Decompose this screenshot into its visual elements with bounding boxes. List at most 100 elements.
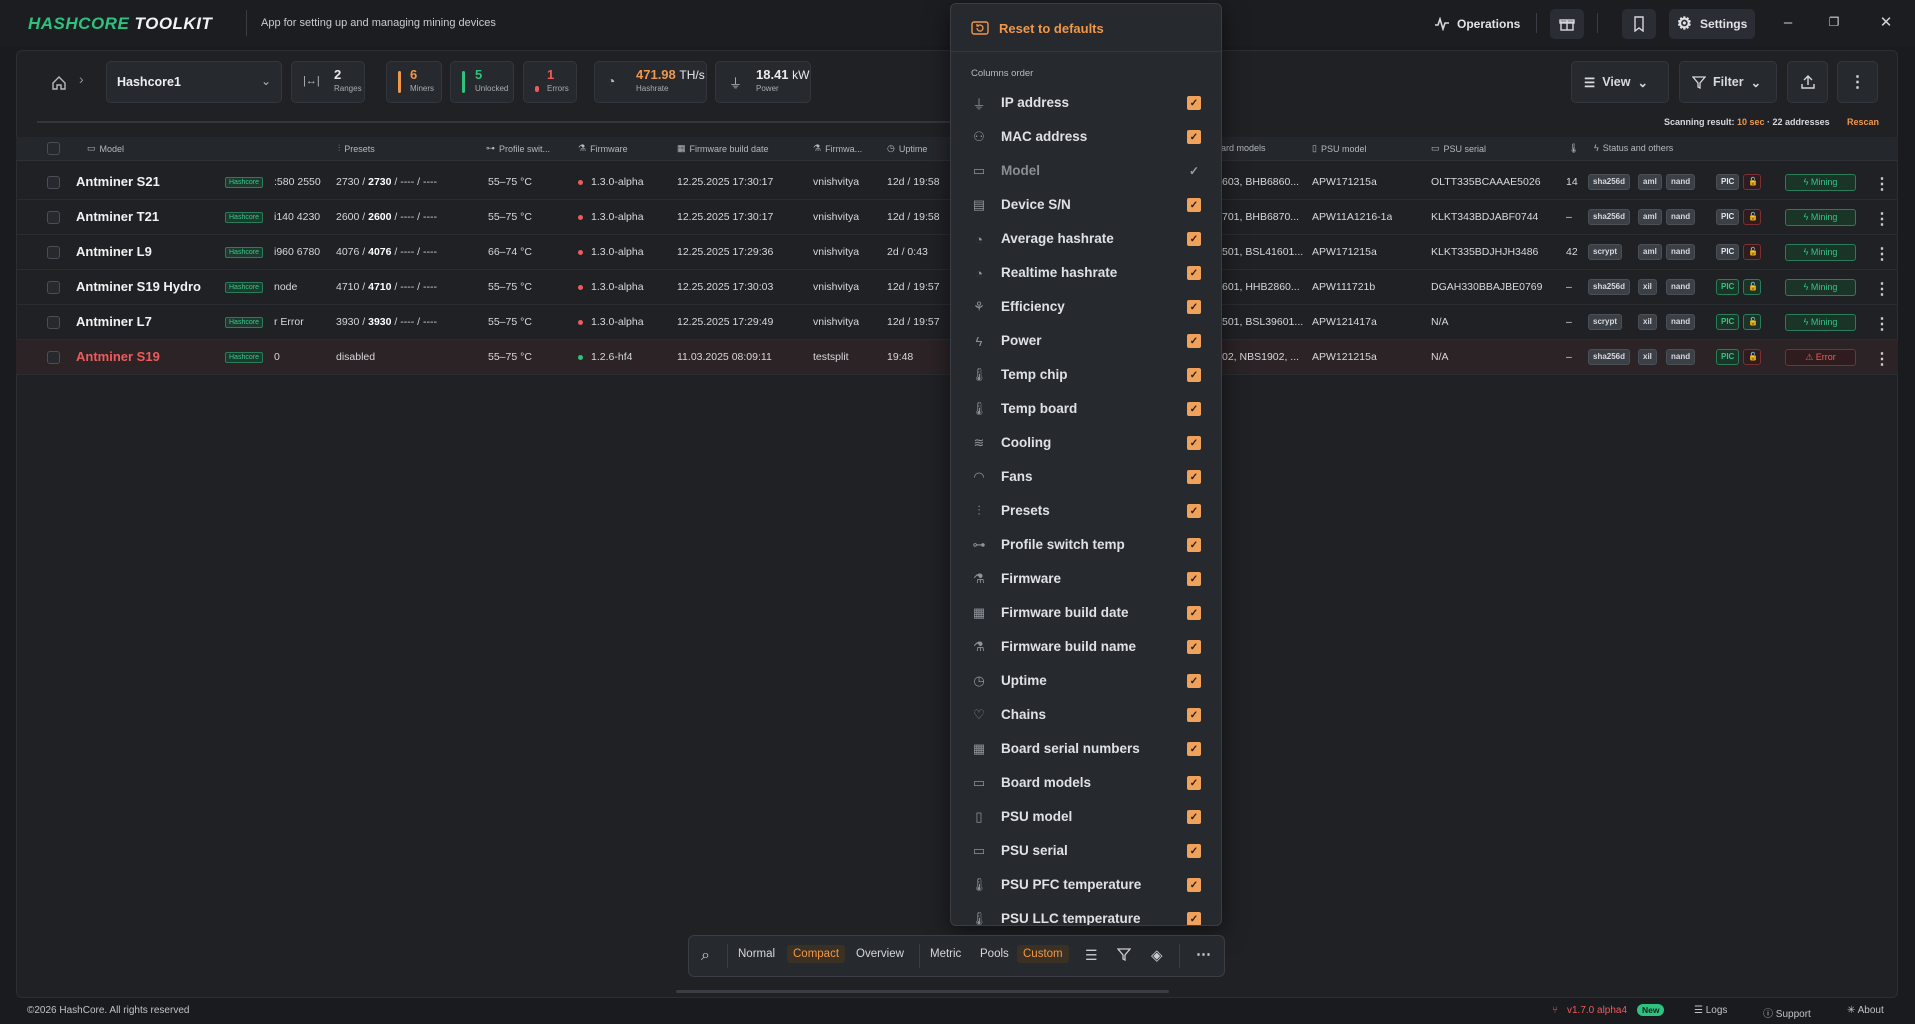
cell-presets[interactable]: 4076 / 4076 / ---- / ---- <box>336 246 476 258</box>
settings-button[interactable]: ⚙ Settings <box>1669 9 1755 39</box>
column-checkbox[interactable]: ✓ <box>1187 844 1201 858</box>
lock-icon[interactable]: 🔓 <box>1743 314 1761 330</box>
column-model[interactable]: ▭ Model <box>87 143 124 154</box>
column-toggle-temp-board[interactable]: 🌡 Temp board ✓ <box>951 392 1221 426</box>
column-toggle-firmware[interactable]: ⚗ Firmware ✓ <box>951 562 1221 596</box>
column-checkbox[interactable]: ✓ <box>1187 266 1201 280</box>
column-toggle-firmware-build-name[interactable]: ⚗ Firmware build name ✓ <box>951 630 1221 664</box>
ranges-stat[interactable]: |↔| 2 Ranges <box>291 61 365 103</box>
column-toggle-efficiency[interactable]: ⚘ Efficiency ✓ <box>951 290 1221 324</box>
mode-pools[interactable]: Pools <box>980 948 1009 960</box>
column-checkbox[interactable]: ✓ <box>1187 810 1201 824</box>
column-toggle-psu-pfc-temperature[interactable]: 🌡 PSU PFC temperature ✓ <box>951 868 1221 902</box>
column-toggle-firmware-build-date[interactable]: ▦ Firmware build date ✓ <box>951 596 1221 630</box>
filter-button[interactable]: Filter ⌄ <box>1679 61 1777 103</box>
column-firmware[interactable]: ⚗ Firmware <box>578 143 628 154</box>
power-stat[interactable]: ⏚ 18.41 kW Power <box>715 61 811 103</box>
support-link[interactable]: ⓘ Support <box>1763 1005 1811 1020</box>
cell-presets[interactable]: disabled <box>336 351 476 363</box>
column-toggle-realtime-hashrate[interactable]: ◔ Realtime hashrate ✓ <box>951 256 1221 290</box>
column-checkbox[interactable]: ✓ <box>1187 198 1201 212</box>
column-toggle-chains[interactable]: ♡ Chains ✓ <box>951 698 1221 732</box>
app-version[interactable]: v1.7.0 alpha4 <box>1567 1005 1627 1016</box>
sort-icon[interactable]: ☰ <box>1085 947 1098 964</box>
close-button[interactable]: ✕ <box>1872 10 1900 34</box>
column-checkbox[interactable]: ✓ <box>1187 742 1201 756</box>
mode-compact[interactable]: Compact <box>787 945 846 963</box>
home-button[interactable] <box>47 71 71 95</box>
lock-icon[interactable]: 🔓 <box>1743 174 1761 190</box>
select-all-checkbox[interactable] <box>47 142 60 155</box>
row-checkbox[interactable] <box>47 281 60 294</box>
layers-icon[interactable]: ◈ <box>1151 946 1163 964</box>
cell-presets[interactable]: 2600 / 2600 / ---- / ---- <box>336 211 476 223</box>
column-checkbox[interactable]: ✓ <box>1187 606 1201 620</box>
errors-stat[interactable]: 1 Errors <box>523 61 577 103</box>
restore-button[interactable]: ❐ <box>1820 10 1848 34</box>
column-psu-serial[interactable]: ▭ PSU serial <box>1431 143 1486 154</box>
cell-presets[interactable]: 2730 / 2730 / ---- / ---- <box>336 176 476 188</box>
column-toggle-profile-switch-temp[interactable]: ⊶ Profile switch temp ✓ <box>951 528 1221 562</box>
column-checkbox[interactable]: ✓ <box>1187 470 1201 484</box>
column-temp[interactable]: 🌡 <box>1568 143 1579 154</box>
column-checkbox[interactable]: ✓ <box>1187 572 1201 586</box>
cell-presets[interactable]: 3930 / 3930 / ---- / ---- <box>336 316 476 328</box>
column-toggle-cooling[interactable]: ≋ Cooling ✓ <box>951 426 1221 460</box>
column-psu-model[interactable]: ▯ PSU model <box>1312 143 1366 154</box>
cell-presets[interactable]: 4710 / 4710 / ---- / ---- <box>336 281 476 293</box>
logs-link[interactable]: ☰ Logs <box>1694 1005 1727 1016</box>
column-toggle-psu-serial[interactable]: ▭ PSU serial ✓ <box>951 834 1221 868</box>
model-name[interactable]: Antminer S21 <box>76 174 221 189</box>
column-status[interactable]: ϟ Status and others <box>1594 143 1673 153</box>
lock-icon[interactable]: 🔓 <box>1743 209 1761 225</box>
mode-overview[interactable]: Overview <box>856 948 904 960</box>
view-button[interactable]: ☰ View ⌄ <box>1571 61 1669 103</box>
row-menu-button[interactable]: ⋮ <box>1874 174 1890 194</box>
lock-icon[interactable]: 🔓 <box>1743 244 1761 260</box>
column-checkbox[interactable]: ✓ <box>1187 334 1201 348</box>
model-name[interactable]: Antminer T21 <box>76 209 221 224</box>
row-checkbox[interactable] <box>47 211 60 224</box>
row-checkbox[interactable] <box>47 176 60 189</box>
row-checkbox[interactable] <box>47 316 60 329</box>
model-name[interactable]: Antminer L7 <box>76 314 221 329</box>
operations-button[interactable]: Operations <box>1434 9 1520 39</box>
reset-defaults-button[interactable]: Reset to defaults <box>971 20 1104 36</box>
site-select[interactable]: Hashcore1 ⌄ <box>106 61 282 103</box>
column-checkbox[interactable]: ✓ <box>1187 674 1201 688</box>
rescan-link[interactable]: Rescan <box>1847 117 1879 127</box>
column-fw-date[interactable]: ▦ Firmware build date <box>677 143 769 154</box>
column-checkbox[interactable]: ✓ <box>1187 130 1201 144</box>
column-toggle-presets[interactable]: ⫶ Presets ✓ <box>951 494 1221 528</box>
row-menu-button[interactable]: ⋮ <box>1874 349 1890 369</box>
column-checkbox[interactable]: ✓ <box>1187 708 1201 722</box>
column-fw-name[interactable]: ⚗ Firmwa... <box>813 143 862 154</box>
column-toggle-device-s-n[interactable]: ▤ Device S/N ✓ <box>951 188 1221 222</box>
search-icon[interactable]: ⌕ <box>701 947 710 965</box>
column-checkbox[interactable]: ✓ <box>1187 232 1201 246</box>
model-name[interactable]: Antminer S19 <box>76 349 221 364</box>
column-checkbox[interactable]: ✓ <box>1187 538 1201 552</box>
column-checkbox[interactable]: ✓ <box>1187 368 1201 382</box>
column-checkbox[interactable]: ✓ <box>1187 776 1201 790</box>
bookmark-button[interactable] <box>1622 9 1656 39</box>
mode-metric[interactable]: Metric <box>930 948 961 960</box>
column-toggle-psu-llc-temperature[interactable]: 🌡 PSU LLC temperature ✓ <box>951 902 1221 925</box>
column-toggle-mac-address[interactable]: ⚇ MAC address ✓ <box>951 120 1221 154</box>
row-checkbox[interactable] <box>47 351 60 364</box>
lock-icon[interactable]: 🔓 <box>1743 349 1761 365</box>
mode-custom[interactable]: Custom <box>1017 945 1069 963</box>
column-checkbox[interactable]: ✓ <box>1187 402 1201 416</box>
model-name[interactable]: Antminer S19 Hydro <box>76 279 221 294</box>
more-button[interactable]: ⋮ <box>1837 61 1878 103</box>
unlocked-stat[interactable]: 5 Unlocked <box>450 61 514 103</box>
export-button[interactable] <box>1787 61 1828 103</box>
row-menu-button[interactable]: ⋮ <box>1874 279 1890 299</box>
more-horizontal-icon[interactable]: ⋯ <box>1196 945 1211 963</box>
column-toggle-board-models[interactable]: ▭ Board models ✓ <box>951 766 1221 800</box>
column-toggle-psu-model[interactable]: ▯ PSU model ✓ <box>951 800 1221 834</box>
horizontal-scrollbar[interactable] <box>676 990 1169 993</box>
minimize-button[interactable]: – <box>1774 10 1802 34</box>
about-link[interactable]: ✳ About <box>1847 1005 1884 1016</box>
column-toggle-fans[interactable]: ◠ Fans ✓ <box>951 460 1221 494</box>
